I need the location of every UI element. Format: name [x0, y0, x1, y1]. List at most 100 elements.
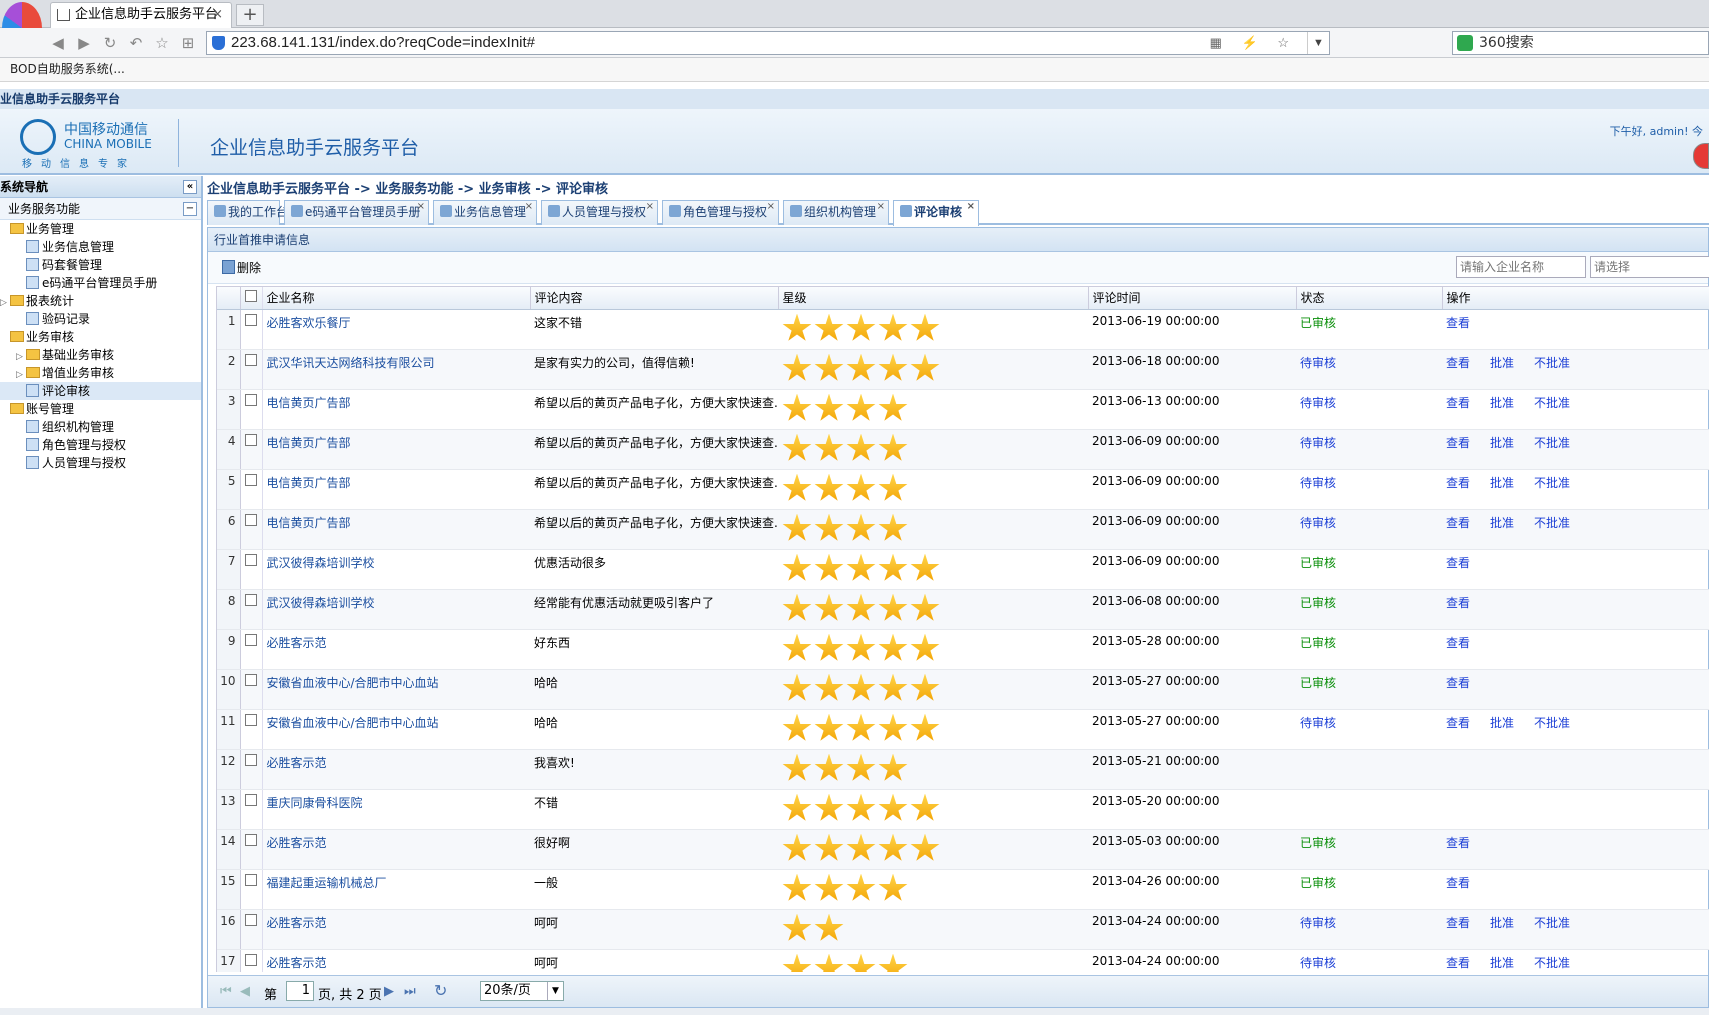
checkbox[interactable]: [245, 513, 257, 526]
new-tab-button[interactable]: +: [236, 4, 264, 26]
close-tab-icon[interactable]: ×: [877, 196, 885, 218]
workspace-tab[interactable]: 业务信息管理 ×: [433, 200, 537, 225]
sidebar-item[interactable]: 业务审核: [0, 328, 201, 346]
row-checkbox[interactable]: [240, 789, 263, 830]
close-tab-icon[interactable]: ×: [767, 196, 775, 218]
table-row[interactable]: 2 武汉华讯天达网络科技有限公司 是家有实力的公司，值得信赖! 2013-06-18 …: [217, 349, 1709, 390]
view-link[interactable]: 查看: [1446, 876, 1470, 890]
sidebar-item[interactable]: 账号管理: [0, 400, 201, 418]
table-row[interactable]: 12 必胜客示范 我喜欢! 2013-05-21 00:00:00: [217, 749, 1709, 790]
table-row[interactable]: 5 电信黄页广告部 希望以后的黄页产品电子化，方便大家快速查... 2013-06-0…: [217, 469, 1709, 510]
company-name[interactable]: 安徽省血液中心/合肥市中心血站: [262, 709, 530, 750]
row-checkbox[interactable]: [240, 949, 263, 972]
approve-link[interactable]: 批准: [1490, 516, 1514, 530]
address-dropdown-icon[interactable]: ▼: [1307, 32, 1329, 54]
next-page-icon[interactable]: ▶: [384, 984, 394, 999]
first-page-icon[interactable]: ⏮: [220, 984, 232, 999]
company-name[interactable]: 必胜客示范: [262, 629, 530, 670]
reject-link[interactable]: 不批准: [1534, 356, 1570, 370]
column-header-company[interactable]: 企业名称: [262, 287, 531, 310]
company-name[interactable]: 重庆同康骨科医院: [262, 789, 530, 830]
column-header-comment[interactable]: 评论内容: [530, 287, 779, 310]
table-row[interactable]: 8 武汉彼得森培训学校 经常能有优惠活动就更吸引客户了 2013-06-08 00:0…: [217, 589, 1709, 630]
sidebar-item[interactable]: 码套餐管理: [0, 256, 201, 274]
reload-icon[interactable]: ↻: [100, 33, 120, 53]
close-tab-icon[interactable]: ×: [212, 3, 223, 27]
table-row[interactable]: 3 电信黄页广告部 希望以后的黄页产品电子化，方便大家快速查... 2013-06-1…: [217, 389, 1709, 430]
refresh-icon[interactable]: ↻: [434, 981, 447, 1000]
sidebar-item[interactable]: 组织机构管理: [0, 418, 201, 436]
page-number-input[interactable]: 1: [286, 981, 314, 1001]
select-all-checkbox[interactable]: [240, 287, 263, 310]
reject-link[interactable]: 不批准: [1534, 396, 1570, 410]
table-row[interactable]: 13 重庆同康骨科医院 不错 2013-05-20 00:00:00: [217, 789, 1709, 830]
view-link[interactable]: 查看: [1446, 836, 1470, 850]
checkbox[interactable]: [245, 353, 257, 366]
row-checkbox[interactable]: [240, 709, 263, 750]
page-size-select[interactable]: 20条/页 ▼: [480, 981, 564, 1001]
user-menu-icon[interactable]: [1693, 143, 1709, 169]
company-name[interactable]: 必胜客欢乐餐厅: [262, 309, 530, 350]
approve-link[interactable]: 批准: [1490, 916, 1514, 930]
column-header-status[interactable]: 状态: [1296, 287, 1443, 310]
view-link[interactable]: 查看: [1446, 596, 1470, 610]
browser-tab[interactable]: 企业信息助手云服务平台 ×: [50, 2, 232, 28]
close-tab-icon[interactable]: ×: [417, 196, 425, 218]
table-row[interactable]: 10 安徽省血液中心/合肥市中心血站 哈哈 2013-05-27 00:00:00 已审…: [217, 669, 1709, 710]
view-link[interactable]: 查看: [1446, 436, 1470, 450]
approve-link[interactable]: 批准: [1490, 396, 1514, 410]
column-header-time[interactable]: 评论时间: [1088, 287, 1297, 310]
row-checkbox[interactable]: [240, 629, 263, 670]
view-link[interactable]: 查看: [1446, 556, 1470, 570]
table-row[interactable]: 16 必胜客示范 呵呵 2013-04-24 00:00:00 待审核 查看 批准 不批准: [217, 909, 1709, 950]
reject-link[interactable]: 不批准: [1534, 436, 1570, 450]
table-row[interactable]: 15 福建起重运输机械总厂 一般 2013-04-26 00:00:00 已审核 查看: [217, 869, 1709, 910]
close-tab-icon[interactable]: ×: [525, 196, 533, 218]
view-link[interactable]: 查看: [1446, 356, 1470, 370]
workspace-tab[interactable]: 评论审核 ×: [893, 200, 979, 226]
address-bar[interactable]: 223.68.141.131/index.do?reqCode=indexIni…: [206, 31, 1330, 55]
checkbox[interactable]: [245, 433, 257, 446]
view-link[interactable]: 查看: [1446, 476, 1470, 490]
approve-link[interactable]: 批准: [1490, 436, 1514, 450]
company-name[interactable]: 必胜客示范: [262, 749, 530, 790]
sidebar-item[interactable]: e码通平台管理员手册: [0, 274, 201, 292]
approve-link[interactable]: 批准: [1490, 476, 1514, 490]
checkbox[interactable]: [245, 673, 257, 686]
last-page-icon[interactable]: ⏭: [404, 984, 416, 999]
table-row[interactable]: 6 电信黄页广告部 希望以后的黄页产品电子化，方便大家快速查... 2013-06-0…: [217, 509, 1709, 550]
bookmark-item[interactable]: BOD自助服务系统(...: [10, 62, 125, 76]
workspace-tab[interactable]: 人员管理与授权 ×: [541, 200, 658, 225]
company-name[interactable]: 必胜客示范: [262, 829, 530, 870]
row-checkbox[interactable]: [240, 469, 263, 510]
row-checkbox[interactable]: [240, 869, 263, 910]
sidebar-item[interactable]: 验码记录: [0, 310, 201, 328]
view-link[interactable]: 查看: [1446, 396, 1470, 410]
close-tab-icon[interactable]: ×: [646, 196, 654, 218]
sidebar-item[interactable]: ▷ 报表统计: [0, 292, 201, 310]
row-checkbox[interactable]: [240, 669, 263, 710]
table-row[interactable]: 4 电信黄页广告部 希望以后的黄页产品电子化，方便大家快速查... 2013-06-0…: [217, 429, 1709, 470]
row-checkbox[interactable]: [240, 909, 263, 950]
row-checkbox[interactable]: [240, 589, 263, 630]
table-row[interactable]: 1 必胜客欢乐餐厅 这家不错 2013-06-19 00:00:00 已审核 查看: [217, 309, 1709, 350]
company-name[interactable]: 必胜客示范: [262, 909, 530, 950]
undo-icon[interactable]: ↶: [126, 33, 146, 53]
checkbox[interactable]: [245, 313, 257, 326]
sidebar-item[interactable]: ▷ 基础业务审核: [0, 346, 201, 364]
reject-link[interactable]: 不批准: [1534, 516, 1570, 530]
sidebar-item[interactable]: 人员管理与授权: [0, 454, 201, 472]
chevron-down-icon[interactable]: ▼: [547, 982, 563, 1000]
table-row[interactable]: 11 安徽省血液中心/合肥市中心血站 哈哈 2013-05-27 00:00:00 待审…: [217, 709, 1709, 750]
company-name[interactable]: 必胜客示范: [262, 949, 530, 972]
checkbox[interactable]: [245, 593, 257, 606]
column-header-actions[interactable]: 操作: [1442, 287, 1709, 310]
reject-link[interactable]: 不批准: [1534, 716, 1570, 730]
sidebar-item[interactable]: 角色管理与授权: [0, 436, 201, 454]
checkbox[interactable]: [245, 473, 257, 486]
company-search-input[interactable]: [1456, 256, 1586, 278]
sidebar-item[interactable]: 业务管理: [0, 220, 201, 238]
back-icon[interactable]: ◀: [48, 33, 68, 53]
reject-link[interactable]: 不批准: [1534, 476, 1570, 490]
checkbox[interactable]: [245, 753, 257, 766]
